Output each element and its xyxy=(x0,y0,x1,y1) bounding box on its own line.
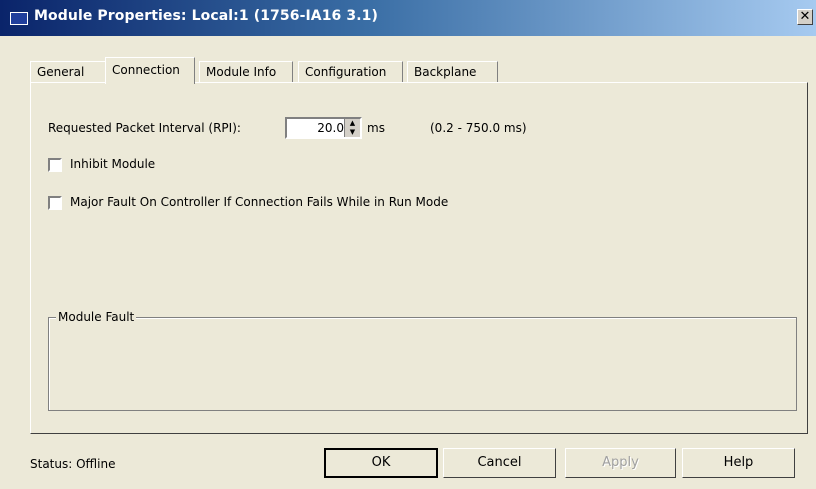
window-icon xyxy=(10,12,28,25)
tab-configuration[interactable]: Configuration xyxy=(298,61,403,83)
spin-down-icon[interactable]: ▼ xyxy=(345,128,360,137)
tab-module-info[interactable]: Module Info xyxy=(199,61,293,83)
ok-button[interactable]: OK xyxy=(324,448,438,478)
module-fault-title: Module Fault xyxy=(56,310,137,324)
title-bar: Module Properties: Local:1 (1756-IA16 3.… xyxy=(0,0,816,36)
rpi-label: Requested Packet Interval (RPI): xyxy=(48,121,241,135)
tab-general[interactable]: General xyxy=(30,61,107,83)
rpi-units: ms xyxy=(367,121,385,135)
cancel-button[interactable]: Cancel xyxy=(443,448,556,478)
close-button[interactable]: ✕ xyxy=(797,9,813,25)
rpi-spinner[interactable]: ▲ ▼ xyxy=(344,119,360,137)
window-title: Module Properties: Local:1 (1756-IA16 3.… xyxy=(34,8,378,24)
rpi-value[interactable]: 20.0 xyxy=(317,121,344,135)
major-fault-label[interactable]: Major Fault On Controller If Connection … xyxy=(70,195,448,209)
help-button[interactable]: Help xyxy=(682,448,795,478)
inhibit-module-checkbox[interactable] xyxy=(48,158,62,172)
apply-button[interactable]: Apply xyxy=(565,448,676,478)
module-fault-group xyxy=(48,317,797,411)
tab-connection[interactable]: Connection xyxy=(105,57,195,84)
inhibit-module-label[interactable]: Inhibit Module xyxy=(70,157,155,171)
rpi-range: (0.2 - 750.0 ms) xyxy=(430,121,527,135)
rpi-input[interactable]: 20.0 ▲ ▼ xyxy=(285,117,362,139)
status-text: Status: Offline xyxy=(30,457,116,471)
spin-up-icon[interactable]: ▲ xyxy=(345,119,360,128)
major-fault-checkbox[interactable] xyxy=(48,196,62,210)
tab-backplane[interactable]: Backplane xyxy=(407,61,498,83)
